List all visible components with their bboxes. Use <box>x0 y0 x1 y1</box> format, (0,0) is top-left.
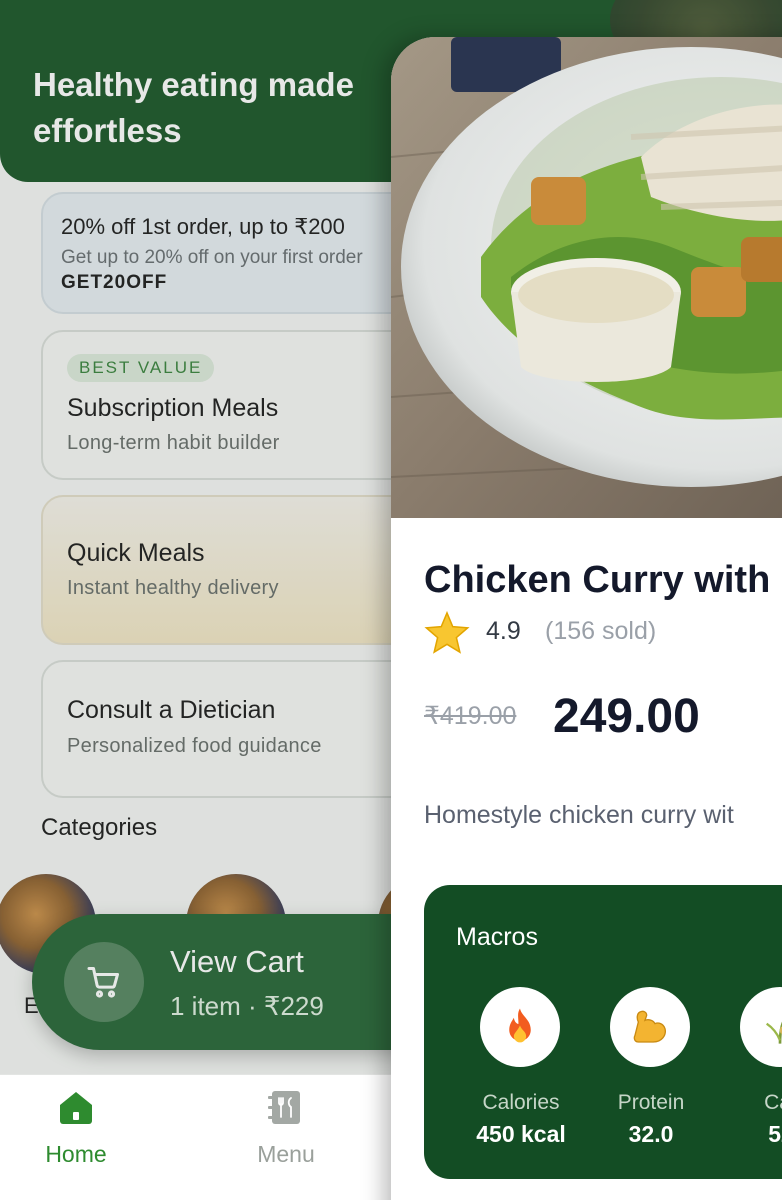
macro-value: 450 kcal <box>476 1121 566 1147</box>
current-price: 249.00 <box>553 690 700 743</box>
original-price: ₹419.00 <box>424 702 517 730</box>
categories-heading: Categories <box>41 814 158 841</box>
card-title: Subscription Meals <box>67 394 279 422</box>
card-subtitle: Instant healthy delivery <box>67 577 279 599</box>
star-icon <box>424 611 470 654</box>
macro-label: Protein <box>617 1091 685 1114</box>
cart-title: View Cart <box>170 944 304 979</box>
product-name: Chicken Curry with <box>424 559 771 601</box>
cart-summary: 1 item · ₹229 <box>170 991 324 1021</box>
cart-icon <box>64 942 144 1022</box>
nav-home[interactable]: Home <box>6 1075 146 1200</box>
product-description: Homestyle chicken curry wit <box>424 801 734 829</box>
offer-code: GET20OFF <box>61 272 168 293</box>
home-icon <box>60 1092 92 1124</box>
rice-plant-icon <box>740 987 782 1067</box>
card-subtitle: Personalized food guidance <box>67 735 322 757</box>
nav-menu-label: Menu <box>257 1141 315 1167</box>
macro-label: Car <box>764 1091 782 1114</box>
card-subtitle: Long-term habit builder <box>67 432 280 454</box>
product-detail-sheet: Chicken Curry with 4.9 (156 sold) ₹419.0… <box>391 37 782 1200</box>
best-value-badge: BEST VALUE <box>67 354 215 382</box>
fire-icon <box>480 987 560 1067</box>
nav-home-label: Home <box>45 1141 107 1167</box>
macro-label: Calories <box>482 1091 560 1114</box>
macro-value: 52 <box>768 1121 782 1147</box>
sold-count: (156 sold) <box>545 617 657 645</box>
flexed-biceps-icon <box>610 987 690 1067</box>
offer-title: 20% off 1st order, up to ₹200 <box>61 214 345 239</box>
product-photo <box>391 37 782 518</box>
offer-description: Get up to 20% off on your first order <box>61 247 363 268</box>
macros-panel: Macros Calories 450 kcal Protein 32.0 C … <box>424 885 782 1179</box>
macros-title: Macros <box>456 923 538 951</box>
menu-book-icon <box>268 1091 300 1124</box>
product-rating: 4.9 <box>486 617 521 645</box>
nav-menu[interactable]: Menu <box>216 1075 356 1200</box>
macro-value: 32.0 <box>628 1121 674 1147</box>
hero-title: Healthy eating made effortless <box>33 66 354 149</box>
card-title: Quick Meals <box>67 539 205 567</box>
card-title: Consult a Dietician <box>67 696 276 724</box>
